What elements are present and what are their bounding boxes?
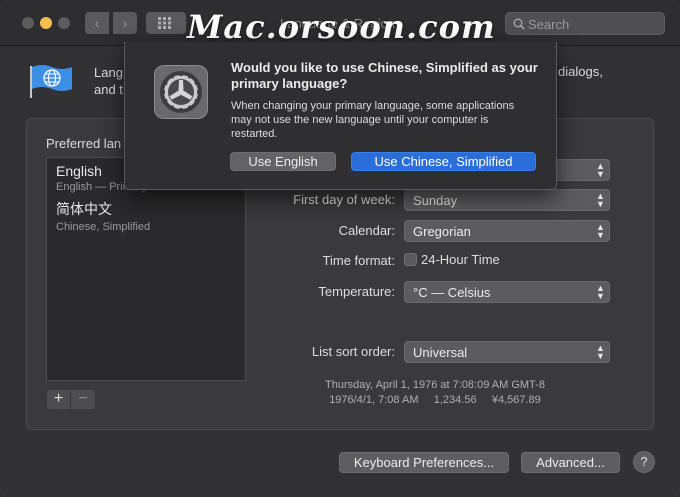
temperature-value: °C — Celsius — [413, 285, 491, 300]
chevron-updown-icon: ▲ ▼ — [596, 343, 605, 361]
intro-text-right: dialogs, — [558, 64, 603, 79]
time-format-label: Time format: — [322, 253, 395, 268]
watermark: Mac.orsoon.com — [187, 8, 496, 46]
calendar-value: Gregorian — [413, 224, 471, 239]
calendar-label: Calendar: — [338, 223, 395, 238]
language-region-window: ‹ › Language & Region Mac.orsoon.com — [0, 0, 680, 497]
calendar-popup[interactable]: Gregorian ▲ ▼ — [404, 220, 610, 242]
advanced-button[interactable]: Advanced... — [521, 452, 620, 473]
temperature-popup[interactable]: °C — Celsius ▲ ▼ — [404, 281, 610, 303]
chevron-right-icon: › — [122, 15, 128, 31]
forward-button[interactable]: › — [113, 12, 137, 34]
list-item[interactable]: 简体中文 Chinese, Simplified — [56, 199, 150, 233]
chevron-updown-icon: ▲ ▼ — [596, 283, 605, 301]
search-field[interactable] — [505, 12, 665, 35]
system-preferences-gear-icon — [154, 65, 208, 119]
first-day-value: Sunday — [413, 193, 458, 208]
language-list[interactable]: English English — Primary 简体中文 Chinese, … — [46, 157, 246, 381]
add-remove-control: + − — [47, 390, 95, 409]
language-name: 简体中文 — [56, 201, 112, 217]
sample-date: Thursday, April 1, 1976 at 7:08:09 AM GM… — [325, 379, 545, 391]
24-hour-checkbox[interactable] — [404, 253, 417, 266]
grid-icon — [158, 17, 171, 29]
zoom-window-button[interactable] — [58, 17, 70, 29]
minimize-window-button[interactable] — [40, 17, 52, 29]
close-window-button[interactable] — [22, 17, 34, 29]
language-flag-icon — [30, 65, 72, 98]
use-english-button[interactable]: Use English — [230, 152, 336, 171]
add-language-button[interactable]: + — [47, 390, 71, 409]
chevron-left-icon: ‹ — [94, 15, 100, 31]
sort-order-popup[interactable]: Universal ▲ ▼ — [404, 341, 610, 363]
sample-numbers: 1976/4/1, 7:08 AM 1,234.56 ¥4,567.89 — [329, 394, 541, 406]
chevron-updown-icon: ▲ ▼ — [596, 161, 605, 179]
remove-language-button[interactable]: − — [71, 390, 95, 409]
24-hour-label[interactable]: 24-Hour Time — [421, 252, 500, 267]
chevron-updown-icon: ▲ ▼ — [596, 222, 605, 240]
first-day-label: First day of week: — [293, 192, 395, 207]
sort-order-label: List sort order: — [311, 344, 395, 359]
back-button[interactable]: ‹ — [85, 12, 109, 34]
chevron-updown-icon: ▲ ▼ — [596, 191, 605, 209]
sheet-title: Would you like to use Chinese, Simplifie… — [231, 60, 538, 91]
sort-order-value: Universal — [413, 345, 468, 360]
sheet-message: When changing your primary language, som… — [231, 100, 515, 140]
show-all-button[interactable] — [146, 12, 186, 34]
preferred-languages-label: Preferred lan — [46, 136, 122, 151]
temperature-label: Temperature: — [318, 284, 395, 299]
search-icon — [513, 18, 525, 30]
keyboard-preferences-button[interactable]: Keyboard Preferences... — [339, 452, 509, 473]
help-button[interactable]: ? — [633, 451, 655, 473]
primary-language-sheet: Would you like to use Chinese, Simplifie… — [124, 42, 557, 190]
use-chinese-button[interactable]: Use Chinese, Simplified — [351, 152, 536, 171]
language-subtitle: Chinese, Simplified — [56, 221, 151, 233]
search-input[interactable] — [528, 15, 658, 33]
first-day-popup[interactable]: Sunday ▲ ▼ — [404, 189, 610, 211]
